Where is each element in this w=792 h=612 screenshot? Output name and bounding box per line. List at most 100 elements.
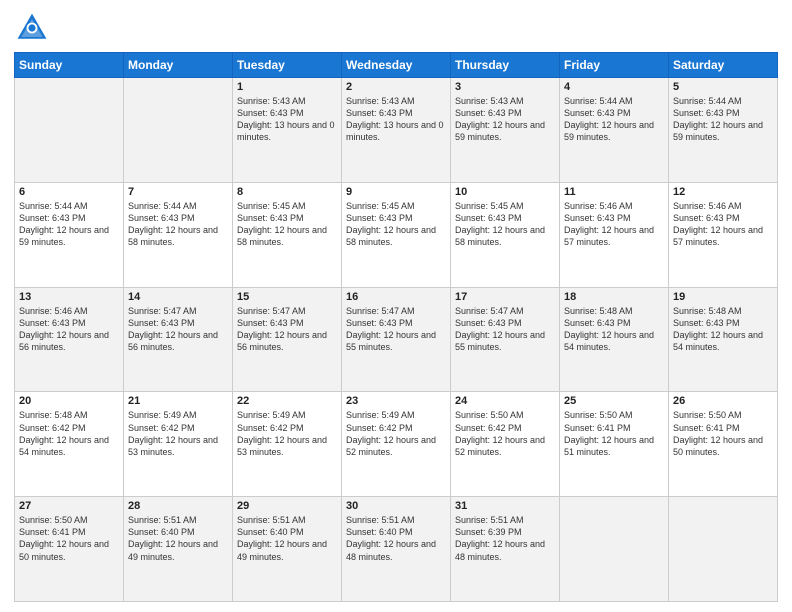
calendar-cell: 19 Sunrise: 5:48 AMSunset: 6:43 PMDayligh… [669,287,778,392]
calendar-cell: 30Sunrise: 5:51 AMSunset: 6:40 PMDayligh… [342,497,451,602]
day-number: 31 [455,500,555,512]
calendar-cell [124,78,233,183]
calendar-cell [15,78,124,183]
day-header-thursday: Thursday [451,53,560,78]
calendar-header-row: SundayMondayTuesdayWednesdayThursdayFrid… [15,53,778,78]
calendar-week-row: 13 Sunrise: 5:46 AMSunset: 6:43 PMDayligh… [15,287,778,392]
calendar-cell: 11 Sunrise: 5:46 AMSunset: 6:43 PMDayligh… [560,182,669,287]
day-info: Sunrise: 5:48 AMSunset: 6:43 PMDaylight:… [564,305,664,354]
day-number: 26 [673,395,773,407]
day-info: Sunrise: 5:46 AMSunset: 6:43 PMDaylight:… [564,200,664,249]
day-info: Sunrise: 5:43 AMSunset: 6:43 PMDaylight:… [346,95,446,144]
calendar-cell: 25 Sunrise: 5:50 AMSunset: 6:41 PMDayligh… [560,392,669,497]
day-info: Sunrise: 5:51 AMSunset: 6:40 PMDaylight:… [128,514,228,563]
header [14,10,778,46]
calendar-cell: 7Sunrise: 5:44 AMSunset: 6:43 PMDaylight… [124,182,233,287]
day-number: 15 [237,291,337,303]
day-number: 20 [19,395,119,407]
day-number: 5 [673,81,773,93]
calendar-cell: 26 Sunrise: 5:50 AMSunset: 6:41 PMDayligh… [669,392,778,497]
day-number: 27 [19,500,119,512]
calendar-cell: 1 Sunrise: 5:43 AMSunset: 6:43 PMDaylight… [233,78,342,183]
day-info: Sunrise: 5:51 AMSunset: 6:40 PMDaylight:… [237,514,337,563]
day-number: 14 [128,291,228,303]
day-info: Sunrise: 5:50 AMSunset: 6:41 PMDaylight:… [564,409,664,458]
day-info: Sunrise: 5:48 AMSunset: 6:43 PMDaylight:… [673,305,773,354]
calendar-table: SundayMondayTuesdayWednesdayThursdayFrid… [14,52,778,602]
calendar-cell [669,497,778,602]
day-header-saturday: Saturday [669,53,778,78]
calendar-cell: 21Sunrise: 5:49 AMSunset: 6:42 PMDayligh… [124,392,233,497]
calendar-cell: 2 Sunrise: 5:43 AMSunset: 6:43 PMDaylight… [342,78,451,183]
calendar-cell: 20 Sunrise: 5:48 AMSunset: 6:42 PMDayligh… [15,392,124,497]
day-number: 13 [19,291,119,303]
day-info: Sunrise: 5:45 AMSunset: 6:43 PMDaylight:… [237,200,337,249]
day-header-friday: Friday [560,53,669,78]
day-header-monday: Monday [124,53,233,78]
calendar-cell: 16 Sunrise: 5:47 AMSunset: 6:43 PMDayligh… [342,287,451,392]
day-number: 22 [237,395,337,407]
calendar-week-row: 1 Sunrise: 5:43 AMSunset: 6:43 PMDaylight… [15,78,778,183]
day-info: Sunrise: 5:50 AMSunset: 6:41 PMDaylight:… [19,514,119,563]
calendar-cell: 9Sunrise: 5:45 AMSunset: 6:43 PMDaylight… [342,182,451,287]
day-info: Sunrise: 5:45 AMSunset: 6:43 PMDaylight:… [455,200,555,249]
day-number: 16 [346,291,446,303]
day-info: Sunrise: 5:45 AMSunset: 6:43 PMDaylight:… [346,200,446,249]
calendar-cell: 31 Sunrise: 5:51 AMSunset: 6:39 PMDayligh… [451,497,560,602]
day-info: Sunrise: 5:43 AMSunset: 6:43 PMDaylight:… [455,95,555,144]
day-number: 3 [455,81,555,93]
calendar-cell: 24Sunrise: 5:50 AMSunset: 6:42 PMDayligh… [451,392,560,497]
calendar-cell: 27 Sunrise: 5:50 AMSunset: 6:41 PMDayligh… [15,497,124,602]
day-number: 10 [455,186,555,198]
day-number: 19 [673,291,773,303]
day-info: Sunrise: 5:51 AMSunset: 6:39 PMDaylight:… [455,514,555,563]
day-info: Sunrise: 5:46 AMSunset: 6:43 PMDaylight:… [673,200,773,249]
day-header-sunday: Sunday [15,53,124,78]
logo [14,10,54,46]
day-info: Sunrise: 5:47 AMSunset: 6:43 PMDaylight:… [346,305,446,354]
day-header-wednesday: Wednesday [342,53,451,78]
calendar-cell: 13 Sunrise: 5:46 AMSunset: 6:43 PMDayligh… [15,287,124,392]
day-number: 11 [564,186,664,198]
calendar-week-row: 20 Sunrise: 5:48 AMSunset: 6:42 PMDayligh… [15,392,778,497]
day-info: Sunrise: 5:44 AMSunset: 6:43 PMDaylight:… [673,95,773,144]
calendar-cell: 23 Sunrise: 5:49 AMSunset: 6:42 PMDayligh… [342,392,451,497]
day-number: 1 [237,81,337,93]
calendar-cell: 10 Sunrise: 5:45 AMSunset: 6:43 PMDayligh… [451,182,560,287]
calendar-cell: 8Sunrise: 5:45 AMSunset: 6:43 PMDaylight… [233,182,342,287]
day-number: 21 [128,395,228,407]
day-number: 28 [128,500,228,512]
page: SundayMondayTuesdayWednesdayThursdayFrid… [0,0,792,612]
day-number: 2 [346,81,446,93]
calendar-cell: 28 Sunrise: 5:51 AMSunset: 6:40 PMDayligh… [124,497,233,602]
calendar-cell: 4Sunrise: 5:44 AMSunset: 6:43 PMDaylight… [560,78,669,183]
day-number: 12 [673,186,773,198]
day-number: 30 [346,500,446,512]
calendar-cell: 5 Sunrise: 5:44 AMSunset: 6:43 PMDaylight… [669,78,778,183]
day-info: Sunrise: 5:49 AMSunset: 6:42 PMDaylight:… [237,409,337,458]
day-header-tuesday: Tuesday [233,53,342,78]
day-info: Sunrise: 5:50 AMSunset: 6:41 PMDaylight:… [673,409,773,458]
day-number: 23 [346,395,446,407]
calendar-cell: 14 Sunrise: 5:47 AMSunset: 6:43 PMDayligh… [124,287,233,392]
day-number: 4 [564,81,664,93]
calendar-cell [560,497,669,602]
calendar-cell: 22 Sunrise: 5:49 AMSunset: 6:42 PMDayligh… [233,392,342,497]
day-number: 17 [455,291,555,303]
day-info: Sunrise: 5:48 AMSunset: 6:42 PMDaylight:… [19,409,119,458]
calendar-cell: 6Sunrise: 5:44 AMSunset: 6:43 PMDaylight… [15,182,124,287]
day-info: Sunrise: 5:46 AMSunset: 6:43 PMDaylight:… [19,305,119,354]
day-info: Sunrise: 5:47 AMSunset: 6:43 PMDaylight:… [455,305,555,354]
day-info: Sunrise: 5:43 AMSunset: 6:43 PMDaylight:… [237,95,337,144]
calendar-cell: 17 Sunrise: 5:47 AMSunset: 6:43 PMDayligh… [451,287,560,392]
day-number: 18 [564,291,664,303]
logo-icon [14,10,50,46]
calendar-cell: 12 Sunrise: 5:46 AMSunset: 6:43 PMDayligh… [669,182,778,287]
day-info: Sunrise: 5:49 AMSunset: 6:42 PMDaylight:… [346,409,446,458]
calendar-cell: 15Sunrise: 5:47 AMSunset: 6:43 PMDayligh… [233,287,342,392]
calendar-cell: 3 Sunrise: 5:43 AMSunset: 6:43 PMDaylight… [451,78,560,183]
day-number: 6 [19,186,119,198]
calendar-cell: 29Sunrise: 5:51 AMSunset: 6:40 PMDayligh… [233,497,342,602]
day-info: Sunrise: 5:47 AMSunset: 6:43 PMDaylight:… [128,305,228,354]
day-number: 25 [564,395,664,407]
